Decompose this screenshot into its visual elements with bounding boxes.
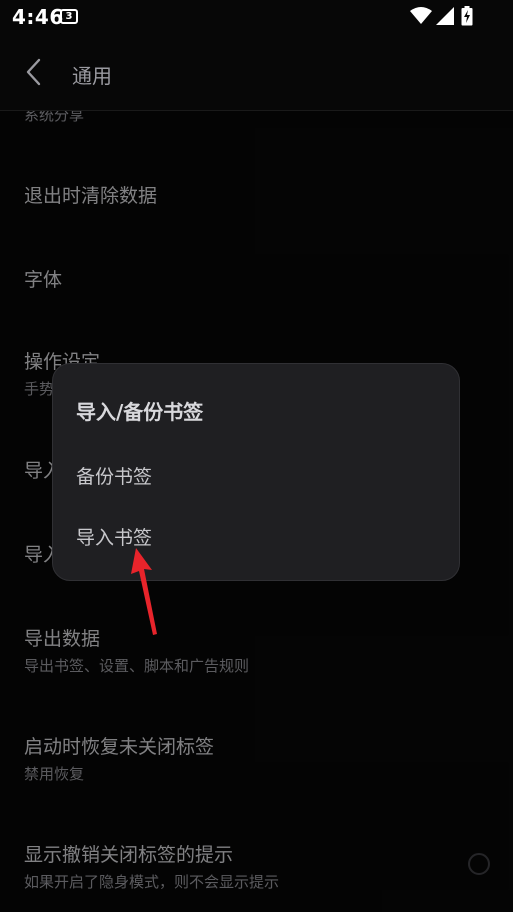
dialog-title: 导入/备份书签: [76, 400, 204, 424]
import-bookmarks-option[interactable]: 导入书签: [76, 523, 152, 550]
app-bar: 通用: [0, 34, 513, 111]
import-backup-bookmarks-dialog: 导入/备份书签 备份书签 导入书签: [52, 363, 460, 581]
page-title: 通用: [72, 64, 112, 88]
backup-bookmarks-option[interactable]: 备份书签: [76, 462, 152, 489]
chevron-left-icon[interactable]: [24, 58, 44, 86]
red-arrow-annotation: [131, 548, 157, 635]
